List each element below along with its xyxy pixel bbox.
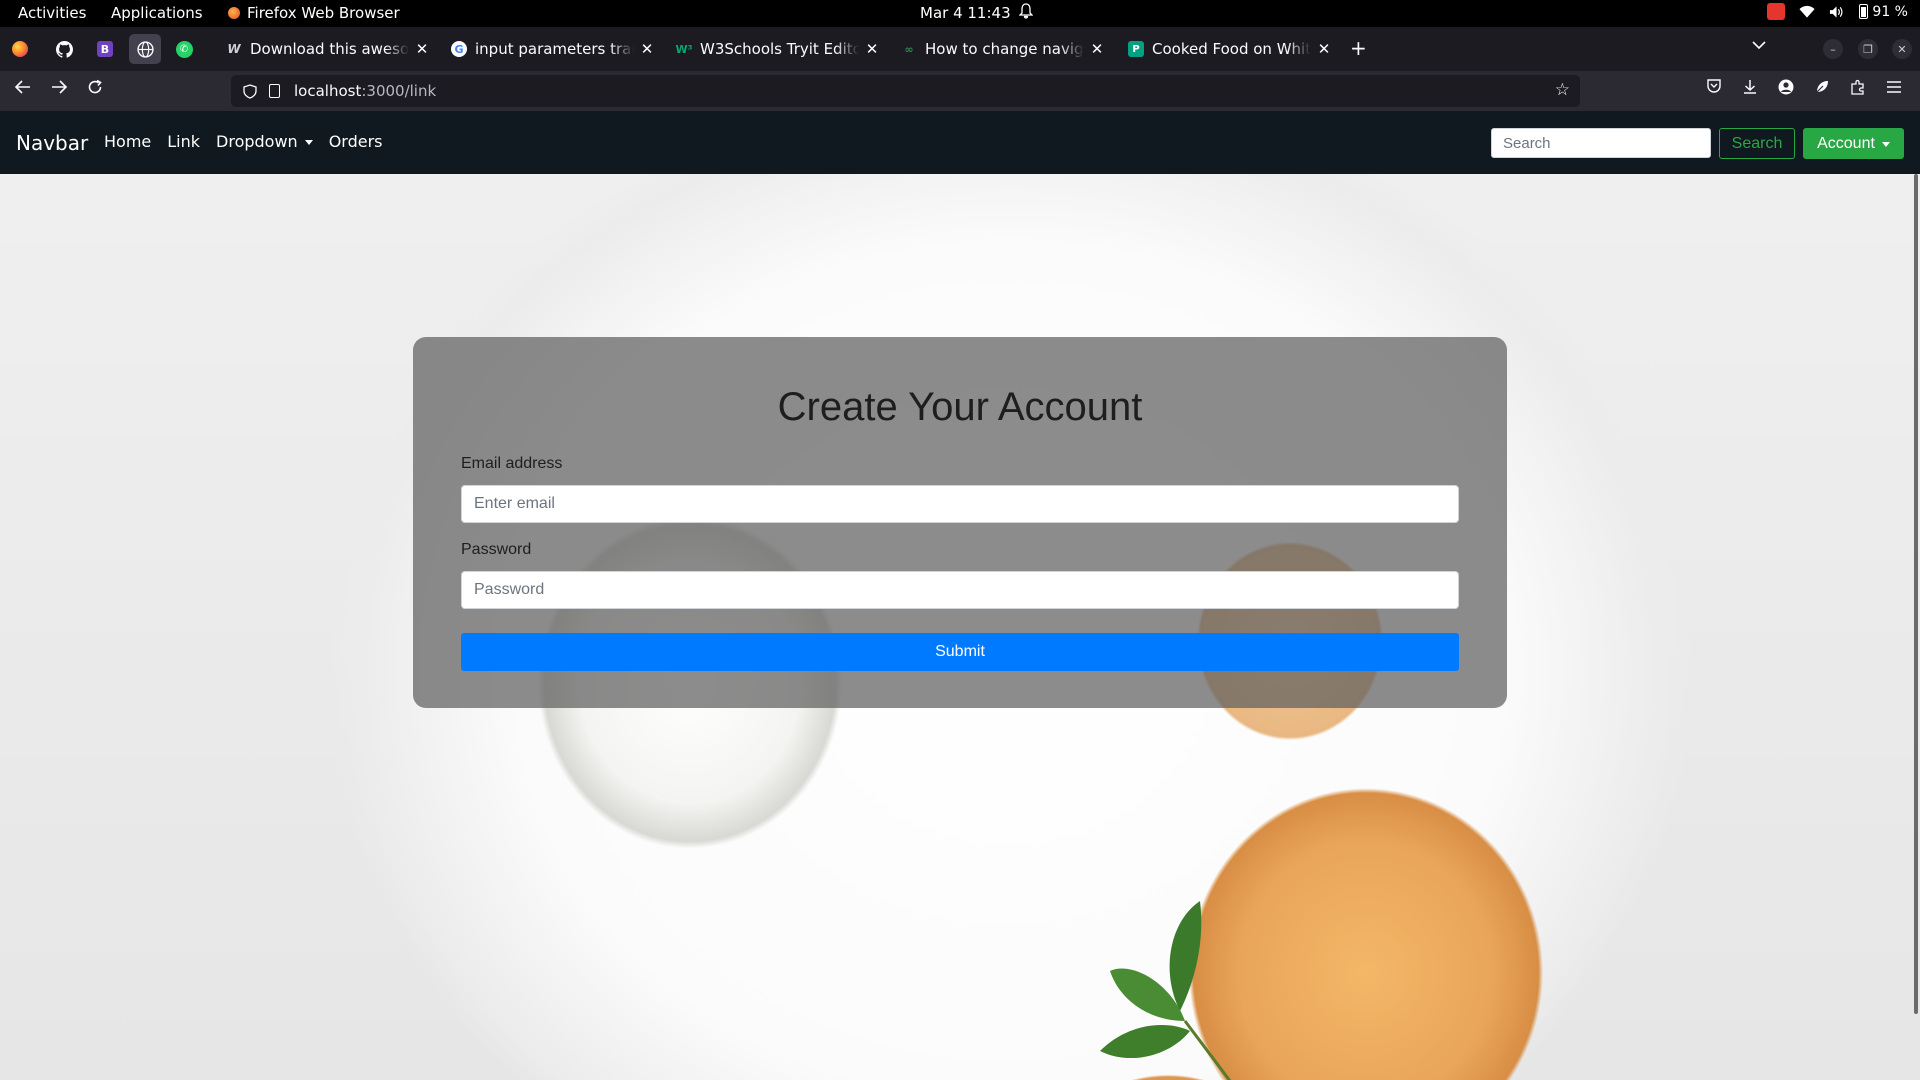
tab-change-navigation[interactable]: ∞ How to change navigation ✕ <box>901 34 1106 64</box>
active-app-menu[interactable]: Firefox Web Browser <box>228 4 400 22</box>
scrollbar-thumb[interactable] <box>1914 174 1918 1014</box>
bookmark-star-icon[interactable]: ☆ <box>1555 80 1570 100</box>
pexels-icon: P <box>1128 41 1144 57</box>
activities-button[interactable]: Activities <box>18 4 86 22</box>
battery-indicator: 91 % <box>1859 4 1908 20</box>
mint-leaves-image <box>1100 901 1232 1080</box>
account-avatar-icon[interactable] <box>1778 79 1794 99</box>
tab-download-awesome[interactable]: W Download this awesome ✕ <box>226 34 431 64</box>
indicator-app-icon[interactable] <box>1767 3 1786 20</box>
battery-icon <box>1859 4 1869 19</box>
form-title: Create Your Account <box>777 385 1143 429</box>
notification-bell-icon <box>1018 3 1034 23</box>
page-icon[interactable] <box>269 84 280 98</box>
extension-leaf-icon[interactable] <box>1814 79 1830 99</box>
w3schools-icon: W³ <box>675 42 693 56</box>
close-tab-icon[interactable]: ✕ <box>638 40 656 58</box>
caret-down-icon <box>1881 142 1890 147</box>
tab-label: Cooked Food on White Plate <box>1152 40 1311 58</box>
nav-link-home[interactable]: Home <box>104 132 151 151</box>
close-tab-icon[interactable]: ✕ <box>1088 40 1106 58</box>
firefox-icon <box>12 41 28 57</box>
nav-link-link[interactable]: Link <box>167 132 200 151</box>
pinned-tab-bootstrap[interactable]: B <box>89 34 121 64</box>
email-field[interactable] <box>461 485 1459 523</box>
close-tab-icon[interactable]: ✕ <box>413 40 431 58</box>
pinned-tab-github[interactable] <box>48 34 80 64</box>
site-navbar: Navbar Home Link Dropdown Orders Search … <box>0 111 1920 174</box>
system-top-bar: Activities Applications Firefox Web Brow… <box>0 0 1920 27</box>
nav-link-orders[interactable]: Orders <box>329 132 383 151</box>
navbar-search-input[interactable] <box>1491 128 1711 158</box>
password-field[interactable] <box>461 571 1459 609</box>
whatsapp-icon: ✆ <box>175 40 193 58</box>
submit-button[interactable]: Submit <box>461 633 1459 671</box>
nav-dropdown-label: Dropdown <box>216 132 298 151</box>
account-dropdown-button[interactable]: Account <box>1803 128 1904 159</box>
shield-icon[interactable] <box>243 83 257 99</box>
firefox-view-button[interactable] <box>4 34 36 64</box>
firefox-icon <box>228 7 240 19</box>
applications-menu[interactable]: Applications <box>111 4 203 22</box>
tab-label: input parameters translation <box>475 40 634 58</box>
pocket-icon[interactable] <box>1706 79 1722 98</box>
bootstrap-icon: B <box>97 41 113 57</box>
url-host: localhost <box>294 82 362 100</box>
reload-icon[interactable] <box>87 79 103 100</box>
nav-dropdown-toggle[interactable]: Dropdown <box>216 132 313 151</box>
list-all-tabs-chevron-icon[interactable] <box>1752 38 1766 54</box>
new-tab-plus-icon[interactable]: + <box>1350 36 1367 60</box>
geeks-icon: ∞ <box>904 42 914 56</box>
active-app-label: Firefox Web Browser <box>247 4 400 22</box>
w-icon: W <box>227 42 241 56</box>
pinned-tab-localhost[interactable] <box>129 34 161 64</box>
tab-label: How to change navigation <box>925 40 1084 58</box>
battery-percent: 91 % <box>1872 3 1908 20</box>
navbar-search-button[interactable]: Search <box>1719 128 1795 159</box>
github-icon <box>55 40 73 58</box>
email-label: Email address <box>461 455 563 472</box>
navbar-brand[interactable]: Navbar <box>16 131 88 155</box>
address-bar[interactable]: localhost:3000/link ☆ <box>231 75 1580 107</box>
globe-icon <box>136 40 154 58</box>
tab-label: Download this awesome <box>250 40 409 58</box>
page-scrollbar[interactable] <box>1912 174 1920 1080</box>
system-tray[interactable]: 91 % <box>1767 3 1908 20</box>
account-button-label: Account <box>1817 134 1875 152</box>
clock[interactable]: Mar 4 11:43 <box>920 4 1011 22</box>
window-minimize-icon[interactable]: – <box>1823 39 1843 59</box>
window-restore-icon[interactable]: ❐ <box>1858 39 1878 59</box>
caret-down-icon <box>304 140 313 145</box>
wifi-icon <box>1799 4 1815 20</box>
hamburger-menu-icon[interactable] <box>1886 79 1902 98</box>
tab-label: W3Schools Tryit Editor <box>700 40 859 58</box>
close-tab-icon[interactable]: ✕ <box>1315 40 1333 58</box>
browser-nav-toolbar: localhost:3000/link ☆ <box>0 71 1920 111</box>
tab-input-parameters[interactable]: G input parameters translation ✕ <box>451 34 656 64</box>
tab-cooked-food[interactable]: P Cooked Food on White Plate ✕ <box>1128 34 1333 64</box>
back-arrow-icon[interactable] <box>14 79 32 100</box>
web-page: Navbar Home Link Dropdown Orders Search … <box>0 111 1920 1080</box>
url-path: :3000/link <box>361 82 437 100</box>
volume-icon <box>1829 4 1845 20</box>
window-close-icon[interactable]: ✕ <box>1892 39 1912 59</box>
browser-tab-strip: B ✆ W Download this awesome ✕ G input pa… <box>0 27 1920 71</box>
tab-w3schools[interactable]: W³ W3Schools Tryit Editor ✕ <box>676 34 881 64</box>
pinned-tab-whatsapp[interactable]: ✆ <box>168 34 200 64</box>
close-tab-icon[interactable]: ✕ <box>863 40 881 58</box>
download-icon[interactable] <box>1742 79 1758 99</box>
nav-links: Home Link Dropdown Orders <box>104 132 383 151</box>
forward-arrow-icon[interactable] <box>50 79 68 100</box>
extensions-puzzle-icon[interactable] <box>1850 79 1866 99</box>
signup-form-card: Create Your Account Email address Passwo… <box>413 337 1507 708</box>
google-icon: G <box>451 41 467 57</box>
password-label: Password <box>461 541 532 558</box>
